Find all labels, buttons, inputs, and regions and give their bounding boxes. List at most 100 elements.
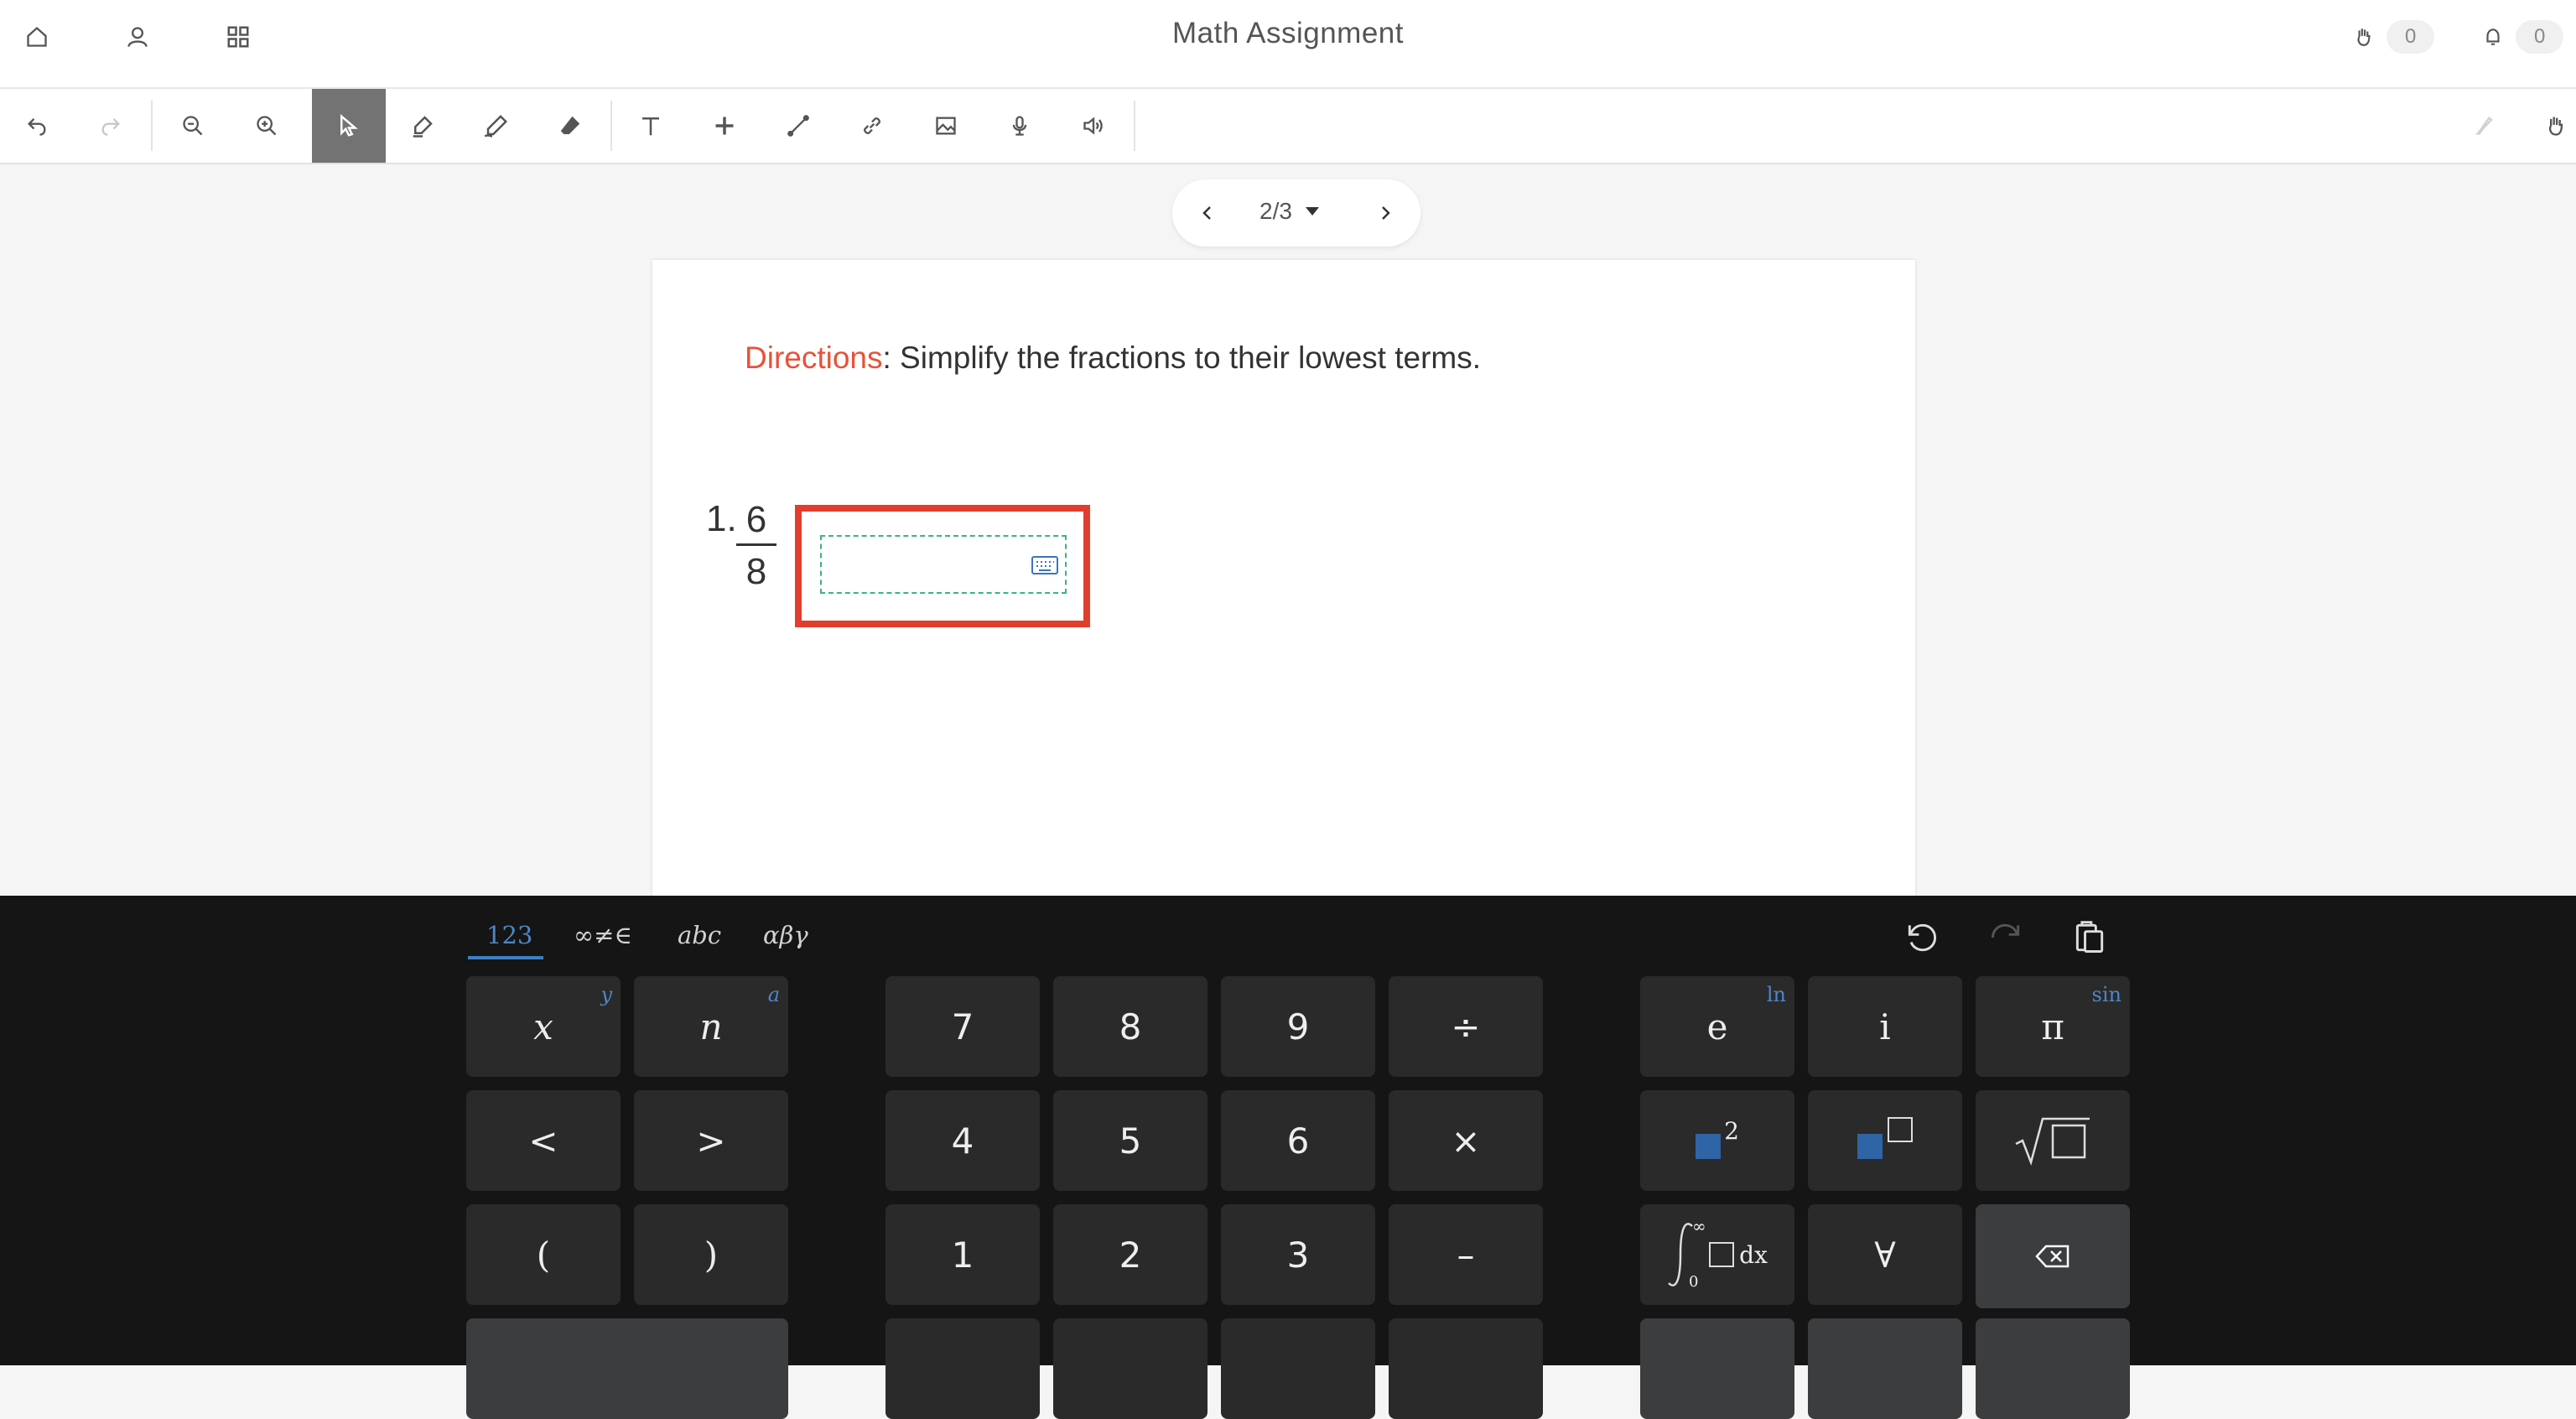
highlighter-tool-button[interactable] (386, 89, 460, 163)
undo-button[interactable] (0, 89, 74, 163)
next-page-button[interactable] (1365, 193, 1405, 233)
key-for-all[interactable]: ∀ (1808, 1204, 1962, 1305)
key-e-shift-label: ln (1766, 983, 1786, 1006)
pen-tool-button[interactable] (460, 89, 533, 163)
key-4[interactable]: 4 (886, 1090, 1040, 1191)
key-plus[interactable] (1389, 1318, 1543, 1419)
key-2[interactable]: 2 (1053, 1204, 1208, 1305)
key-6[interactable]: 6 (1221, 1090, 1375, 1191)
hand-tool-button[interactable] (2519, 89, 2576, 163)
cursor-icon (340, 114, 358, 137)
page-navigator: 2/3 (1172, 179, 1420, 247)
directions: Directions: Simplify the fractions to th… (745, 340, 1481, 376)
notification-counter[interactable]: 0 (2482, 18, 2564, 55)
keyboard-redo-button[interactable] (1981, 912, 2031, 963)
key-i[interactable]: i (1808, 976, 1962, 1077)
key-minus[interactable]: – (1389, 1204, 1543, 1305)
key-left-paren[interactable]: ( (466, 1204, 621, 1305)
clipboard-icon (2075, 921, 2104, 953)
key-less-than[interactable]: < (466, 1090, 621, 1191)
key-1[interactable]: 1 (886, 1204, 1040, 1305)
key-shift[interactable] (466, 1318, 788, 1419)
key-e-label: e (1706, 1006, 1728, 1047)
directions-text: : Simplify the fractions to their lowest… (882, 340, 1482, 375)
keyboard-tab-numeric[interactable]: 123 (486, 921, 532, 949)
key-integral[interactable]: ∞ 0 dx (1640, 1204, 1794, 1305)
key-n-label: n (699, 1006, 723, 1047)
zoom-in-button[interactable] (230, 89, 304, 163)
redo-icon (101, 118, 120, 136)
keyboard-toggle-icon[interactable] (1031, 555, 1058, 580)
page-title: Math Assignment (1172, 17, 1404, 49)
text-tool-button[interactable] (614, 89, 688, 163)
keyboard-tab-letters[interactable]: abc (678, 921, 721, 949)
key-e[interactable]: e ln (1640, 976, 1794, 1077)
eraser-tool-button[interactable] (533, 89, 607, 163)
worksheet-page: Directions: Simplify the fractions to th… (652, 260, 1915, 897)
speaker-button[interactable] (1057, 89, 1130, 163)
backspace-icon (2035, 1245, 2070, 1268)
key-n[interactable]: n a (634, 976, 788, 1077)
keyboard-tab-symbols[interactable]: ∞≠∈ (574, 921, 632, 949)
key-multiply[interactable]: × (1389, 1090, 1543, 1191)
page-indicator: 2/3 (1259, 198, 1292, 224)
key-greater-than[interactable]: > (634, 1090, 788, 1191)
key-decimal[interactable] (1053, 1318, 1208, 1419)
key-backspace[interactable] (1976, 1204, 2130, 1308)
math-answer-input[interactable] (820, 535, 1067, 594)
key-square-root[interactable] (1976, 1090, 2130, 1191)
key-3[interactable]: 3 (1221, 1204, 1375, 1305)
redo-button[interactable] (74, 89, 148, 163)
fraction: 6 8 (736, 496, 776, 593)
zoom-out-icon (183, 116, 203, 136)
line-icon (787, 115, 809, 137)
page-select[interactable]: 2/3 (1259, 198, 1321, 225)
key-9[interactable]: 9 (1221, 976, 1375, 1077)
toolbar-divider (610, 101, 612, 151)
key-power[interactable] (1808, 1090, 1962, 1191)
keyboard-clipboard-button[interactable] (2064, 912, 2115, 963)
integral-dx-label: dx (1739, 1240, 1768, 1269)
link-button[interactable] (835, 89, 909, 163)
image-button[interactable] (909, 89, 983, 163)
text-icon (642, 117, 659, 136)
key-equals[interactable] (1221, 1318, 1375, 1419)
fraction-denominator: 8 (745, 551, 767, 592)
fraction-numerator: 6 (736, 496, 776, 546)
key-x[interactable]: x y (466, 976, 621, 1077)
previous-page-button[interactable] (1187, 193, 1228, 233)
key-divide[interactable]: ÷ (1389, 976, 1543, 1077)
redo-icon (1991, 923, 2020, 938)
key-7[interactable]: 7 (886, 976, 1040, 1077)
key-x-label: x (533, 1006, 553, 1047)
chevron-left-icon (1202, 206, 1211, 220)
key-5[interactable]: 5 (1053, 1090, 1208, 1191)
key-x-shift-label: y (600, 983, 612, 1006)
zoom-out-button[interactable] (156, 89, 230, 163)
key-8[interactable]: 8 (1053, 976, 1208, 1077)
raise-hand-counter[interactable]: 0 (2353, 18, 2435, 55)
signature-button[interactable] (2449, 89, 2522, 163)
key-square-exponent: 2 (1724, 1116, 1739, 1145)
toolbar-divider (151, 101, 153, 151)
key-right-paren[interactable]: ) (634, 1204, 788, 1305)
highlighter-icon (413, 116, 433, 138)
raise-hand-icon (2357, 29, 2371, 46)
key-pi[interactable]: π sin (1976, 976, 2130, 1077)
key-cursor-right[interactable] (1808, 1318, 1962, 1419)
keyboard-undo-button[interactable] (1897, 912, 1947, 963)
notification-count: 0 (2516, 20, 2564, 54)
microphone-button[interactable] (983, 89, 1057, 163)
add-button[interactable] (688, 89, 761, 163)
square-root-icon (2015, 1117, 2090, 1166)
key-enter[interactable] (1976, 1318, 2130, 1419)
select-tool-button[interactable] (312, 89, 386, 163)
key-cursor-left[interactable] (1640, 1318, 1794, 1419)
keyboard-tab-greek[interactable]: αβγ (763, 921, 808, 949)
key-square[interactable]: 2 (1640, 1090, 1794, 1191)
integral-lower-bound: 0 (1689, 1273, 1699, 1291)
link-icon (864, 117, 880, 134)
line-tool-button[interactable] (761, 89, 835, 163)
exponent-box-icon (1888, 1117, 1913, 1142)
key-0[interactable] (886, 1318, 1040, 1419)
